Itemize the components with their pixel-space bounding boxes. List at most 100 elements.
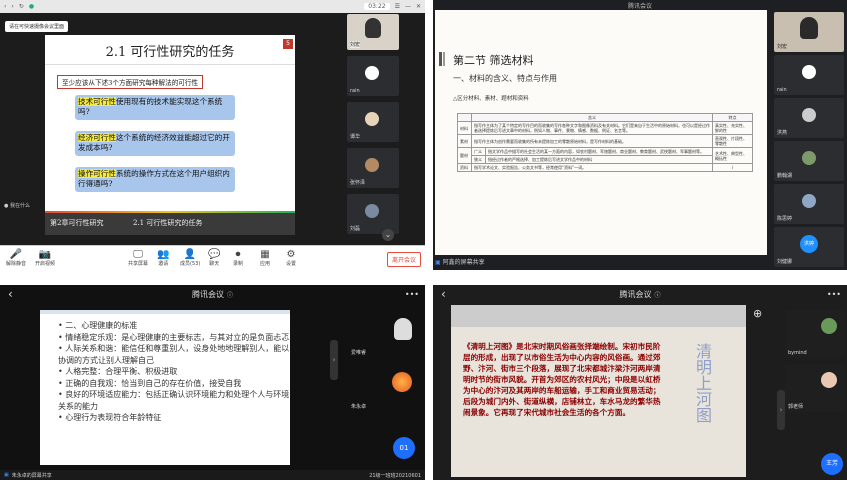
record-button[interactable]: ⏺ 录制 [233, 249, 243, 267]
more-icon[interactable]: ••• [405, 290, 419, 299]
chat-icon: 💬 [208, 249, 221, 260]
participant-tile[interactable]: 郭老师 [785, 364, 845, 412]
slide-paragraph: 《清明上河图》是北宋时期风俗画张择端绘制。宋初市民阶层的形成，出现了以市俗生活为… [463, 342, 661, 417]
participant-strip: 刘宏 rain 谭华 张怀泽 刘磊 [347, 14, 399, 254]
slide-footer-right: 2.1 可行性研究的任务 [133, 219, 203, 227]
participant-name: 刘宏 [350, 41, 361, 48]
avatar: 洪婷 [800, 235, 818, 253]
avatar [802, 194, 816, 208]
info-icon[interactable]: ⓘ [227, 290, 233, 299]
more-icon[interactable]: ••• [827, 290, 841, 299]
title-seal: 清明上河图 [693, 343, 712, 423]
participant-badge[interactable]: 01 [393, 437, 415, 459]
avatar [365, 204, 379, 218]
participant-tile[interactable]: 洪婷 刘健娜 [774, 227, 844, 267]
slide-footer-left: 第2章可行性研究 [50, 219, 104, 227]
apps-button[interactable]: ▦ 应用 [260, 249, 270, 267]
participant-tile[interactable]: rain [347, 56, 399, 96]
participant-name: 谭华 [350, 134, 361, 140]
meeting-window-3: ‹ 腾讯会议 ⓘ ••• • 二、心理健康的标准 • 情绪稳定乐观：是心理健康的… [0, 285, 425, 480]
settings-icon: ⚙ [286, 249, 296, 260]
forward-icon[interactable]: › [11, 3, 13, 10]
title-bar: ‹ 腾讯会议 ⓘ ••• [0, 285, 425, 303]
participant-tile[interactable]: 张怀泽 [347, 148, 399, 188]
chevron-down-icon[interactable]: ⌄ [382, 229, 394, 241]
avatar [821, 372, 837, 388]
back-icon[interactable]: ‹ [4, 3, 6, 10]
avatar [802, 151, 816, 165]
participant-strip: bymind 郭老师 王芳 [785, 310, 845, 475]
settings-button[interactable]: ⚙ 设置 [286, 249, 296, 267]
leave-meeting-button[interactable]: 离开会议 [387, 252, 422, 267]
avatar [802, 65, 816, 79]
menu-icon[interactable]: ☰ [395, 3, 400, 10]
screen-share-icon: 🖵 [133, 249, 143, 260]
avatar [392, 372, 412, 392]
reload-icon[interactable]: ↻ [19, 3, 24, 10]
participant-name: bymind [788, 350, 807, 356]
video-feed [394, 318, 412, 340]
slide: • 二、心理健康的标准 • 情绪稳定乐观：是心理健康的主要标志，与其对立的是负面… [40, 310, 290, 465]
avatar [821, 318, 837, 334]
slide-title: 2.1 可行性研究的任务 [105, 45, 235, 60]
presenter-label: ● 我在什么 [4, 203, 30, 209]
share-screen-button[interactable]: 🖵 共享屏幕 [128, 249, 148, 267]
bullet-item: • 心理行为表现符合年龄特征 [58, 413, 162, 422]
slide-intro: 至少应该从下述3个方面研究每种解法的可行性 [57, 75, 204, 89]
participant-tile[interactable]: 刘磊 [347, 194, 399, 234]
slide-item-highlight: 技术可行性 [78, 97, 116, 106]
window-title: 腾讯会议 [191, 289, 224, 299]
participant-tile[interactable]: 朱永卓 [348, 364, 423, 412]
participant-tile[interactable]: 爱唯睿 [348, 310, 423, 358]
material-table: 含义 特点 材料 指写作主体为了某个特定的写作目的而收集的写作各种文字和图像资料… [457, 113, 753, 172]
mic-icon: 🎤 [9, 249, 23, 260]
window-title: 腾讯会议 [627, 2, 652, 10]
slide: 第二节 筛选材料 一、材料的含义、特点与作用 △区分材料、素材、题材和资料 含义… [435, 10, 767, 255]
bullet-item: • 良好的环境适应能力：包括正确认识环境能力和处理个人与环境关系的能力 [58, 390, 290, 411]
back-icon[interactable]: ‹ [8, 287, 13, 301]
manage-members-button[interactable]: 👤 成员(53) [180, 249, 200, 267]
participant-tile[interactable]: bymind [785, 310, 845, 358]
participant-name: rain [350, 88, 360, 94]
participant-name: 刘健娜 [777, 259, 793, 265]
toolbar: 🎤 解除静音 📷 开启视频 🖵 共享屏幕 👥 邀请 👤 成员(53) 💬 聊天 ⏺ 录制 ▦ 应… [0, 245, 425, 270]
meeting-window-2: 腾讯会议 第二节 筛选材料 一、材料的含义、特点与作用 △区分材料、素材、题材和… [433, 0, 847, 270]
participant-tile[interactable]: 谭华 [347, 102, 399, 142]
back-icon[interactable]: ‹ [441, 287, 446, 301]
participant-tile[interactable]: 鹏翰湖 [774, 141, 844, 181]
participant-badge[interactable]: 王芳 [821, 453, 843, 475]
bullet-item: • 情绪稳定乐观：是心理健康的主要标志，与其对立的是负面忐忑 [58, 332, 290, 342]
mute-button[interactable]: 🎤 解除静音 [6, 249, 26, 267]
avatar [365, 66, 379, 80]
participant-tile[interactable]: rain [774, 55, 844, 95]
avatar [365, 158, 379, 172]
info-icon[interactable]: ⓘ [654, 290, 660, 299]
participant-tile[interactable]: 陈思婷 [774, 184, 844, 224]
chevron-right-icon[interactable]: › [777, 390, 785, 430]
participant-name: 朱永卓 [351, 404, 367, 410]
participant-name: 刘磊 [350, 226, 361, 232]
participant-strip: 刘宏 rain 洪燕 鹏翰湖 陈思婷 洪婷 刘健娜 [774, 12, 844, 267]
window-title: 腾讯会议 [619, 289, 652, 299]
participant-tile[interactable]: 刘宏 [347, 14, 399, 50]
title-bar: ‹ 腾讯会议 ⓘ ••• [433, 285, 847, 303]
video-feed [800, 17, 818, 39]
participant-name: rain [777, 87, 787, 93]
zoom-icon[interactable]: ⊕ [753, 307, 762, 320]
participant-name: 刘宏 [777, 44, 788, 50]
record-icon: ⏺ [235, 249, 241, 260]
bullet-item: • 正确的自我观：恰当到自己的存在价值，接受自我 [58, 378, 242, 388]
bullet-item: • 人际关系和谐：能信任和尊重别人，设身处地地理解别人，能以协调的方式让别人理解… [58, 344, 290, 365]
minimize-icon[interactable]: — [405, 3, 411, 10]
bullet-list: • 二、心理健康的标准 • 情绪稳定乐观：是心理健康的主要标志，与其对立的是负面… [58, 320, 290, 424]
participant-tile[interactable]: 洪燕 [774, 98, 844, 138]
invite-button[interactable]: 👥 邀请 [157, 249, 169, 267]
video-button[interactable]: 📷 开启视频 [35, 249, 55, 267]
participant-tile[interactable]: 刘宏 [774, 12, 844, 52]
chat-button[interactable]: 💬 聊天 [208, 249, 220, 267]
participant-name: 张怀泽 [350, 180, 366, 186]
participant-name: 爱唯睿 [351, 350, 367, 356]
close-icon[interactable]: ✕ [416, 3, 421, 10]
avatar [802, 108, 816, 122]
chevron-right-icon[interactable]: › [330, 340, 338, 380]
